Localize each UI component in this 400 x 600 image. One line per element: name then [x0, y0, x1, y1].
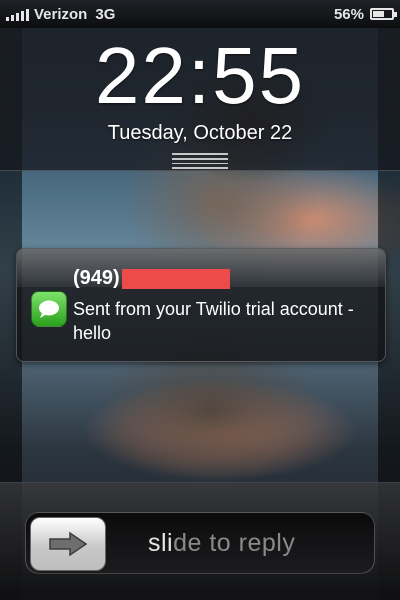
network-type: 3G [95, 5, 116, 23]
battery-icon [370, 8, 397, 20]
battery-percentage: 56% [333, 5, 364, 23]
speech-bubble-icon [39, 300, 59, 318]
carrier-name: Verizon [34, 5, 88, 23]
slide-to-reply-slider[interactable]: slide to reply [25, 512, 375, 574]
lock-time: 22:55 [94, 31, 306, 120]
messages-icon [31, 291, 67, 327]
sender-number-prefix: (949) [73, 267, 120, 289]
lock-screen: Verizon 3G 56% 22:55 Tuesday, October 22… [0, 0, 400, 600]
sms-notification[interactable]: (949) Sent from your Twilio trial accoun… [16, 248, 386, 362]
battery-fill [373, 11, 385, 17]
slide-label-rest: de to reply [173, 529, 296, 557]
arrow-right-icon [49, 531, 88, 557]
slide-label-highlight: sli [148, 529, 174, 557]
notification-message: Sent from your Twilio trial account - he… [73, 299, 354, 343]
redacted-number-block [121, 268, 230, 289]
lock-date: Tuesday, October 22 [107, 122, 293, 144]
clock-panel: 22:55 Tuesday, October 22 [0, 28, 400, 171]
camera-grabber-icon[interactable] [172, 153, 228, 169]
slider-knob[interactable] [30, 517, 106, 571]
slide-to-reply-label: slide to reply [148, 529, 295, 558]
status-bar: Verizon 3G 56% [0, 0, 400, 28]
notification-sender: (949) [73, 267, 230, 290]
signal-strength-icon [6, 7, 29, 21]
unlock-dock: slide to reply [0, 482, 400, 600]
